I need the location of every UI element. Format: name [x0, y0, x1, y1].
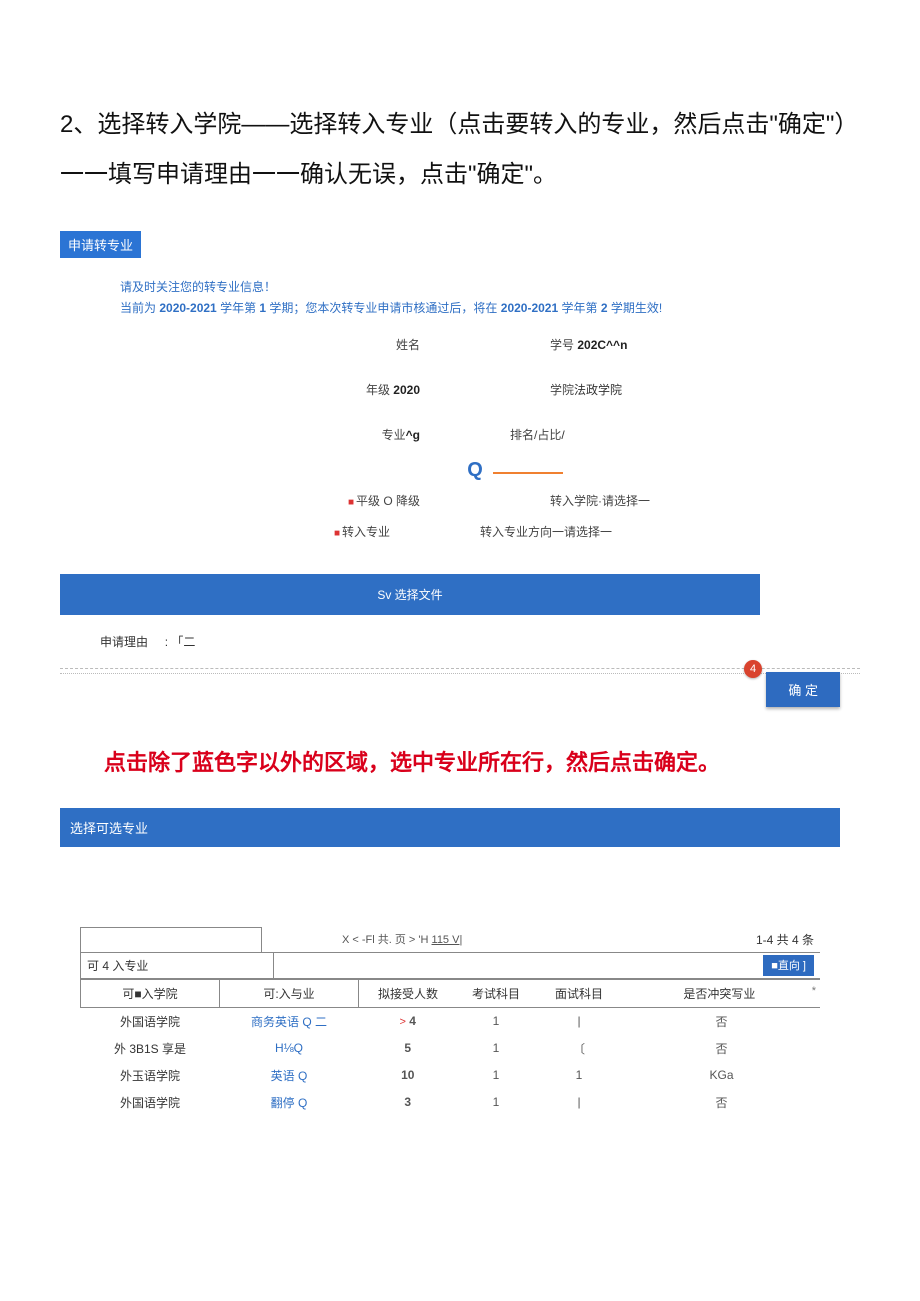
txt: 学期；您本次转专业申请市核通过后，将在: [266, 301, 501, 315]
col-interview: 面试科目: [535, 979, 623, 1007]
col-conflict: 是否冲突写业 *: [623, 979, 820, 1007]
cell-interview: |: [535, 1089, 623, 1116]
cell-major-link[interactable]: H⅛Q: [220, 1035, 359, 1062]
pager-count: 1-4 共 4 条: [694, 927, 820, 952]
col-major: 可:入与业: [220, 979, 359, 1007]
table-row[interactable]: 外国语学院商务英语 Q 二> 41|否: [81, 1007, 821, 1035]
txt: 当前为: [120, 301, 159, 315]
cell-interview: 〔: [535, 1035, 623, 1062]
txt: 学年第: [558, 301, 601, 315]
major-table-wrap: X < -Fl 共. 页 > 'H 115 V| 1-4 共 4 条 可 4 入…: [80, 927, 820, 1116]
name-label: 姓名: [396, 338, 420, 352]
target-college-label[interactable]: 转入学院·请选择一: [550, 494, 650, 508]
required-icon: ■: [348, 497, 354, 508]
select-major-bar: 选择可选专业: [60, 808, 840, 847]
cell-conflict: 否: [623, 1035, 820, 1062]
table-caption: 可 4 入专业: [80, 953, 274, 978]
cell-num: 3: [359, 1089, 458, 1116]
cell-exam: 1: [457, 1035, 535, 1062]
cell-num: > 4: [359, 1007, 458, 1035]
apply-section-tag: 申请转专业: [60, 231, 141, 258]
search-icon: Q: [467, 459, 483, 481]
step-badge: 4: [744, 660, 762, 678]
pager-controls[interactable]: X < -Fl 共. 页 > 'H 115 V|: [262, 927, 694, 952]
notice-semester: 当前为 2020-2021 学年第 1 学期；您本次转专业申请市核通过后，将在 …: [120, 299, 820, 316]
pager-link[interactable]: 115 V|: [432, 934, 463, 946]
cell-major-link[interactable]: 英语 Q: [220, 1062, 359, 1089]
table-row[interactable]: 外 3B1S 享是H⅛Q51〔否: [81, 1035, 821, 1062]
step-title: 2、选择转入学院——选择转入专业（点击要转入的专业，然后点击"确定"）一一填写申…: [60, 100, 860, 201]
cell-major-link[interactable]: 商务英语 Q 二: [220, 1007, 359, 1035]
txt: 学期生效!: [608, 301, 663, 315]
cell-college: 外国语学院: [81, 1007, 220, 1035]
cell-college: 外国语学院: [81, 1089, 220, 1116]
cell-exam: 1: [457, 1089, 535, 1116]
txt: 学年第: [217, 301, 260, 315]
star-icon: *: [812, 985, 816, 997]
cell-major-link[interactable]: 翻停 Q: [220, 1089, 359, 1116]
cell-exam: 1: [457, 1007, 535, 1035]
pager-text: X < -Fl 共. 页 > 'H: [342, 934, 432, 946]
cell-conflict: KGa: [623, 1062, 820, 1089]
cell-college: 外 3B1S 享是: [81, 1035, 220, 1062]
cell-num: 10: [359, 1062, 458, 1089]
target-direction-label[interactable]: 转入专业方向一请选择一: [480, 525, 612, 539]
target-major-label[interactable]: 转入专业: [342, 525, 390, 539]
grade-value: 2020: [393, 383, 420, 397]
cell-interview: 1: [535, 1062, 623, 1089]
sno-value: 202C^^n: [577, 338, 627, 352]
pager-left-box: [80, 927, 262, 952]
major-value: ^g: [406, 428, 420, 442]
txt: 2020-2021: [501, 301, 558, 315]
grade-label: 年级: [366, 383, 390, 397]
query-button[interactable]: ■直向 ]: [763, 955, 814, 976]
col-college: 可■入学院: [81, 979, 220, 1007]
cell-exam: 1: [457, 1062, 535, 1089]
confirm-button[interactable]: 确 定: [766, 672, 840, 707]
table-row[interactable]: 外玉语学院英语 Q1011KGa: [81, 1062, 821, 1089]
col-num: 拟接受人数: [359, 979, 458, 1007]
txt: 2: [601, 301, 608, 315]
reason-label: 申请理由: [100, 635, 148, 649]
table-row[interactable]: 外国语学院翻停 Q31|否: [81, 1089, 821, 1116]
col-exam: 考试科目: [457, 979, 535, 1007]
cell-num: 5: [359, 1035, 458, 1062]
major-label: 专业: [382, 428, 406, 442]
level-label: 平级 O 降级: [356, 494, 420, 508]
reason-value[interactable]: : 「二: [165, 635, 196, 649]
major-table: 可■入学院 可:入与业 拟接受人数 考试科目 面试科目 是否冲突写业 * 外国语学…: [80, 979, 820, 1116]
sno-label: 学号: [550, 338, 574, 352]
rank-value: /: [561, 428, 564, 442]
txt: 是否冲突写业: [683, 987, 755, 1001]
red-instruction: 点击除了蓝色字以外的区域，选中专业所在行，然后点击确定。: [60, 740, 860, 786]
apply-form: 请及时关注您的转专业信息！ 当前为 2020-2021 学年第 1 学期；您本次…: [60, 258, 860, 564]
college-value: 法政学院: [574, 383, 622, 397]
cell-conflict: 否: [623, 1089, 820, 1116]
cell-interview: |: [535, 1007, 623, 1035]
cell-conflict: 否: [623, 1007, 820, 1035]
underline-icon: [493, 472, 563, 474]
file-select-bar[interactable]: Sv 选择文件: [60, 574, 760, 615]
txt: 2020-2021: [159, 301, 216, 315]
required-icon: ■: [334, 528, 340, 539]
rank-label: 排名/占比: [510, 428, 561, 442]
college-label: 学院: [550, 383, 574, 397]
arrow-icon: >: [400, 1016, 406, 1028]
cell-college: 外玉语学院: [81, 1062, 220, 1089]
notice-attention: 请及时关注您的转专业信息！: [120, 278, 820, 295]
